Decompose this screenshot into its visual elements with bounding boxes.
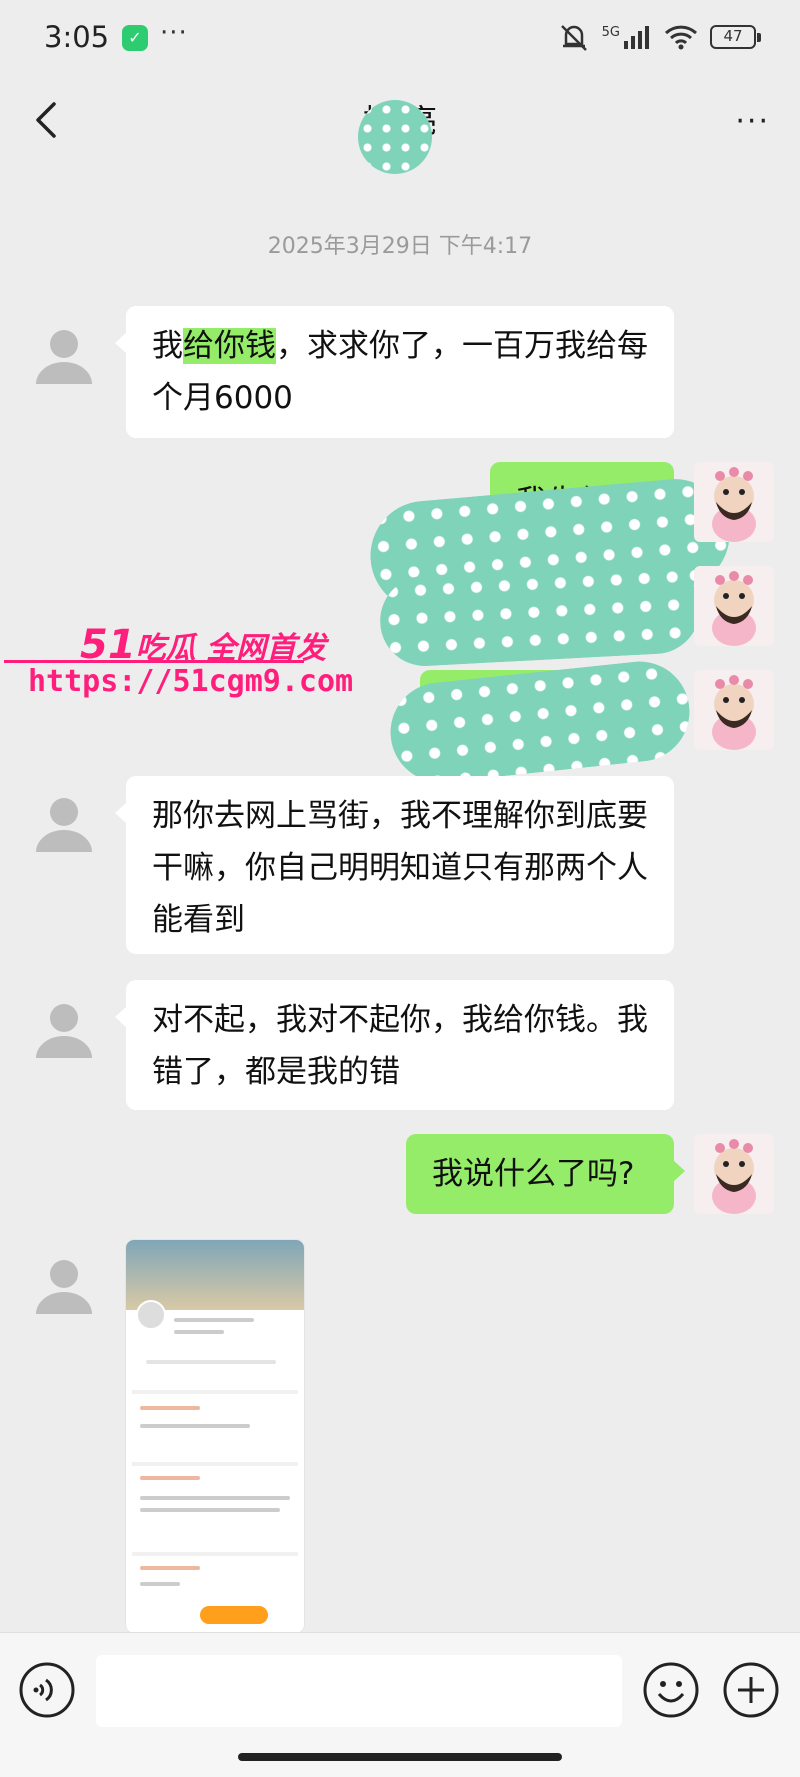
thumbnail-post (132, 1462, 298, 1542)
cartoon-avatar-icon (712, 571, 756, 646)
image-message-thumbnail[interactable] (126, 1240, 304, 1633)
message-bubble-received[interactable]: 对不起，我对不起你，我给你钱。我错了，都是我的错 (115, 980, 674, 1110)
back-arrow-icon[interactable] (28, 98, 68, 142)
thumbnail-text-line (140, 1476, 200, 1480)
user-avatar[interactable] (694, 1134, 774, 1214)
thumbnail-publish-button (200, 1606, 268, 1624)
app-notification-icon: ✓ (122, 25, 148, 51)
thumbnail-avatar (136, 1300, 166, 1330)
more-options-icon[interactable]: ··· (735, 104, 770, 139)
default-avatar-icon[interactable] (30, 996, 98, 1064)
message-text: 我说什么了吗? (432, 1156, 635, 1192)
default-avatar-icon[interactable] (30, 790, 98, 858)
status-time: 3:05 (44, 20, 110, 54)
thumbnail-tabs (146, 1360, 276, 1364)
chat-screen: 3:05 ✓ ··· 5G 47 杨 亮 ··· 2025年3月29日 下午4:… (0, 0, 800, 1777)
default-avatar-icon[interactable] (30, 1252, 98, 1320)
thumbnail-text-line (140, 1424, 250, 1428)
thumbnail-text-line (140, 1406, 200, 1410)
emoji-icon[interactable] (642, 1661, 700, 1719)
signal-icon (624, 26, 649, 49)
title-redaction (358, 100, 432, 174)
message-text: 对不起，我对不起你，我给你钱。我错了，都是我的错 (152, 1002, 648, 1090)
highlighted-text: 给你钱 (183, 328, 276, 364)
status-more-icon: ··· (160, 18, 188, 48)
watermark-divider (4, 660, 304, 663)
thumbnail-text-line (174, 1318, 254, 1322)
wifi-icon (664, 25, 698, 50)
message-bubble-sent[interactable]: 我说什么了吗? (406, 1134, 685, 1214)
user-avatar[interactable] (694, 462, 774, 542)
home-indicator[interactable] (238, 1753, 562, 1761)
input-bar (0, 1632, 800, 1777)
thumbnail-text-line (140, 1496, 290, 1500)
status-bar: 3:05 ✓ ··· 5G 47 (0, 0, 800, 80)
user-avatar[interactable] (694, 566, 774, 646)
thumbnail-text-line (140, 1508, 280, 1512)
thumbnail-text-line (174, 1330, 224, 1334)
default-avatar-icon[interactable] (30, 322, 98, 390)
cartoon-avatar-icon (712, 1139, 756, 1214)
thumbnail-text-line (140, 1566, 200, 1570)
thumbnail-post (132, 1552, 298, 1602)
mute-bell-icon (560, 25, 587, 51)
voice-input-icon[interactable] (18, 1661, 76, 1719)
cartoon-avatar-icon (712, 467, 756, 542)
message-timestamp: 2025年3月29日 下午4:17 (267, 234, 533, 259)
network-type-label: 5G (601, 24, 620, 40)
message-bubble-received[interactable]: 我给你钱，求求你了，一百万我给每个月6000 (115, 306, 674, 438)
thumbnail-text-line (140, 1582, 180, 1586)
user-avatar[interactable] (694, 670, 774, 750)
message-bubble-received[interactable]: 那你去网上骂街，我不理解你到底要干嘛，你自己明明知道只有那两个人能看到 (115, 776, 674, 954)
battery-icon: 47 (710, 25, 761, 49)
plus-icon[interactable] (722, 1661, 780, 1719)
thumbnail-post (132, 1390, 298, 1450)
message-text: 我 (152, 328, 183, 364)
cartoon-avatar-icon (712, 675, 756, 750)
redaction-scribble (377, 561, 703, 669)
message-text: 那你去网上骂街，我不理解你到底要干嘛，你自己明明知道只有那两个人能看到 (152, 798, 648, 938)
watermark-url: https://51cgm9.com (28, 664, 354, 699)
message-input[interactable] (96, 1655, 622, 1727)
